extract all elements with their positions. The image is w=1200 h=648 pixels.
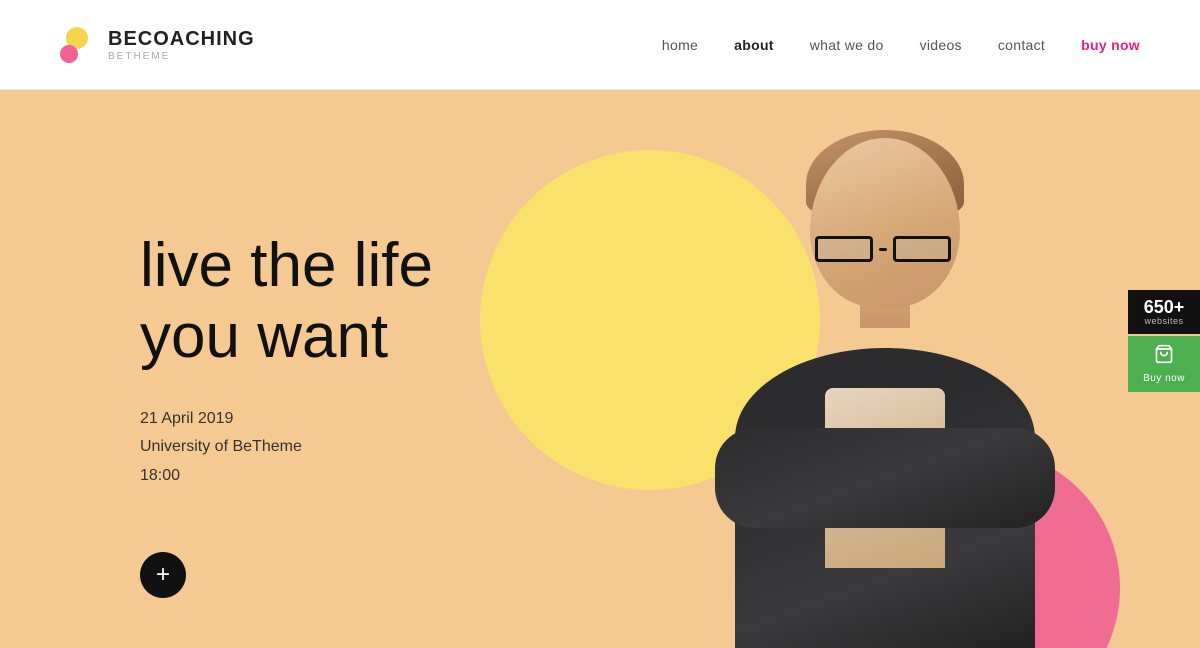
hero-time: 18:00 xyxy=(140,462,433,491)
main-nav: home about what we do videos contact buy… xyxy=(662,37,1140,53)
nav-contact[interactable]: contact xyxy=(998,37,1045,53)
person-arms xyxy=(715,428,1055,528)
header: BECOACHING BETHEME home about what we do… xyxy=(0,0,1200,90)
hero-headline: live the life you want xyxy=(140,230,433,373)
counter-label: websites xyxy=(1138,316,1190,326)
shopping-bag-icon xyxy=(1154,344,1174,369)
buy-widget[interactable]: Buy now xyxy=(1128,336,1200,392)
hero-venue: University of BeTheme xyxy=(140,433,433,462)
logo-area: BECOACHING BETHEME xyxy=(60,27,255,63)
hero-content: live the life you want 21 April 2019 Uni… xyxy=(140,230,433,491)
hero-event-details: 21 April 2019 University of BeTheme 18:0… xyxy=(140,405,433,491)
side-widgets: 650+ websites Buy now xyxy=(1128,290,1200,392)
glasses-bridge xyxy=(879,248,887,251)
hero-date: 21 April 2019 xyxy=(140,405,433,434)
logo-text: BECOACHING BETHEME xyxy=(108,28,255,62)
hero-section: live the life you want 21 April 2019 Uni… xyxy=(0,90,1200,648)
counter-number: 650+ xyxy=(1138,298,1190,316)
hero-headline-line1: live the life xyxy=(140,231,433,300)
buy-widget-label: Buy now xyxy=(1143,373,1185,384)
brand-subtitle: BETHEME xyxy=(108,51,255,62)
website-counter-widget: 650+ websites xyxy=(1128,290,1200,334)
person-glasses xyxy=(815,236,955,264)
nav-what-we-do[interactable]: what we do xyxy=(810,37,884,53)
dot-pink-icon xyxy=(60,45,78,63)
nav-about[interactable]: about xyxy=(734,37,774,53)
nav-home[interactable]: home xyxy=(662,37,698,53)
hero-headline-line2: you want xyxy=(140,302,388,371)
nav-buy-now[interactable]: buy now xyxy=(1081,37,1140,53)
nav-videos[interactable]: videos xyxy=(920,37,962,53)
logo-dots xyxy=(60,27,96,63)
glasses-left-lens xyxy=(815,236,873,262)
person-figure xyxy=(670,118,1100,648)
glasses-right-lens xyxy=(893,236,951,262)
brand-name: BECOACHING xyxy=(108,28,255,51)
plus-button[interactable]: + xyxy=(140,552,186,598)
